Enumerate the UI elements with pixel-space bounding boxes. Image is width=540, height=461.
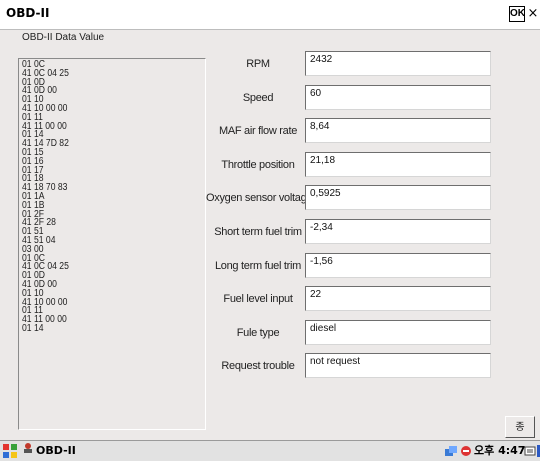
system-tray: 오후 4:47 (440, 442, 540, 460)
start-icon[interactable] (2, 443, 18, 459)
app-icon (22, 442, 34, 460)
log-line: 41 0C 04 25 (22, 261, 69, 273)
field-label: Fuel level input (223, 293, 293, 306)
field-label: MAF air flow rate (218, 125, 298, 138)
log-line: 41 0C 04 25 (22, 67, 69, 79)
field-value[interactable]: -1,56 (305, 252, 491, 278)
log-line: 01 17 (22, 164, 44, 176)
taskbar-app-button[interactable]: OBD-II (22, 442, 122, 460)
field-label: Speed (242, 91, 274, 104)
keyboard-icon[interactable] (524, 445, 536, 461)
client-area: OBD-II Data Value 01 0C 41 0C 04 25 01 0D 4… (0, 30, 540, 453)
log-line: 41 10 00 00 (22, 296, 68, 308)
log-line: 41 14 7D 82 (22, 138, 69, 150)
log-line: 41 51 04 (22, 234, 56, 246)
log-line: 01 1A (22, 190, 45, 202)
log-line: 41 2F 28 (22, 217, 56, 229)
field-value[interactable]: 2432 (305, 51, 491, 76)
field-value[interactable]: diesel (305, 319, 491, 345)
field-value[interactable]: 60 (305, 84, 491, 110)
obd-log-list[interactable]: 01 0C 41 0C 04 25 01 0D 41 0D 00 01 10 41 10 … (18, 58, 206, 430)
ok-button[interactable]: OK (509, 6, 525, 22)
log-line: 01 15 (22, 146, 44, 158)
exit-button[interactable]: 종료 (505, 416, 535, 453)
field-value[interactable]: 21,18 (305, 151, 491, 177)
log-line: 01 1B (22, 199, 45, 211)
field-value[interactable]: not request (305, 353, 491, 379)
field-value[interactable]: 0,5925 (305, 185, 491, 211)
ime-icon[interactable] (460, 445, 472, 461)
group-label: OBD-II Data Value (22, 32, 105, 43)
log-line: 01 16 (22, 155, 44, 167)
log-line: 41 10 00 00 (22, 102, 68, 114)
field-label: Oxygen sensor voltage (206, 192, 313, 205)
obd-window: OBD-II OK × OBD-II Data Value 01 0C 41 0C… (0, 0, 540, 461)
field-value[interactable]: 8,64 (305, 118, 491, 144)
field-label: RPM (246, 58, 270, 70)
close-icon[interactable]: × (526, 6, 540, 22)
log-line: 41 0D 00 (22, 85, 57, 97)
field-label: Long term fuel trim (214, 259, 301, 272)
network-icon[interactable] (444, 445, 458, 461)
log-line: 01 14 (22, 322, 44, 334)
field-value[interactable]: 22 (305, 286, 491, 312)
window-title: OBD-II (6, 6, 50, 20)
taskbar-app-label: OBD-II (36, 444, 76, 457)
field-label: Request trouble (221, 360, 295, 373)
field-label: Short term fuel trim (214, 226, 302, 238)
field-label: Throttle position (221, 158, 295, 171)
title-bar: OBD-II OK × (0, 0, 540, 30)
field-value[interactable]: -2,34 (305, 219, 491, 244)
log-line: 41 0D 00 (22, 278, 57, 290)
log-line: 41 11 00 00 (22, 120, 67, 132)
log-line: 03 00 (22, 243, 44, 255)
log-line: 41 11 00 00 (22, 314, 67, 326)
taskbar: OBD-II 오후 4:47 (0, 440, 540, 461)
field-label: Fule type (236, 326, 280, 339)
clock[interactable]: 오후 4:47 (474, 442, 525, 460)
log-line: 41 18 70 83 (22, 182, 68, 194)
